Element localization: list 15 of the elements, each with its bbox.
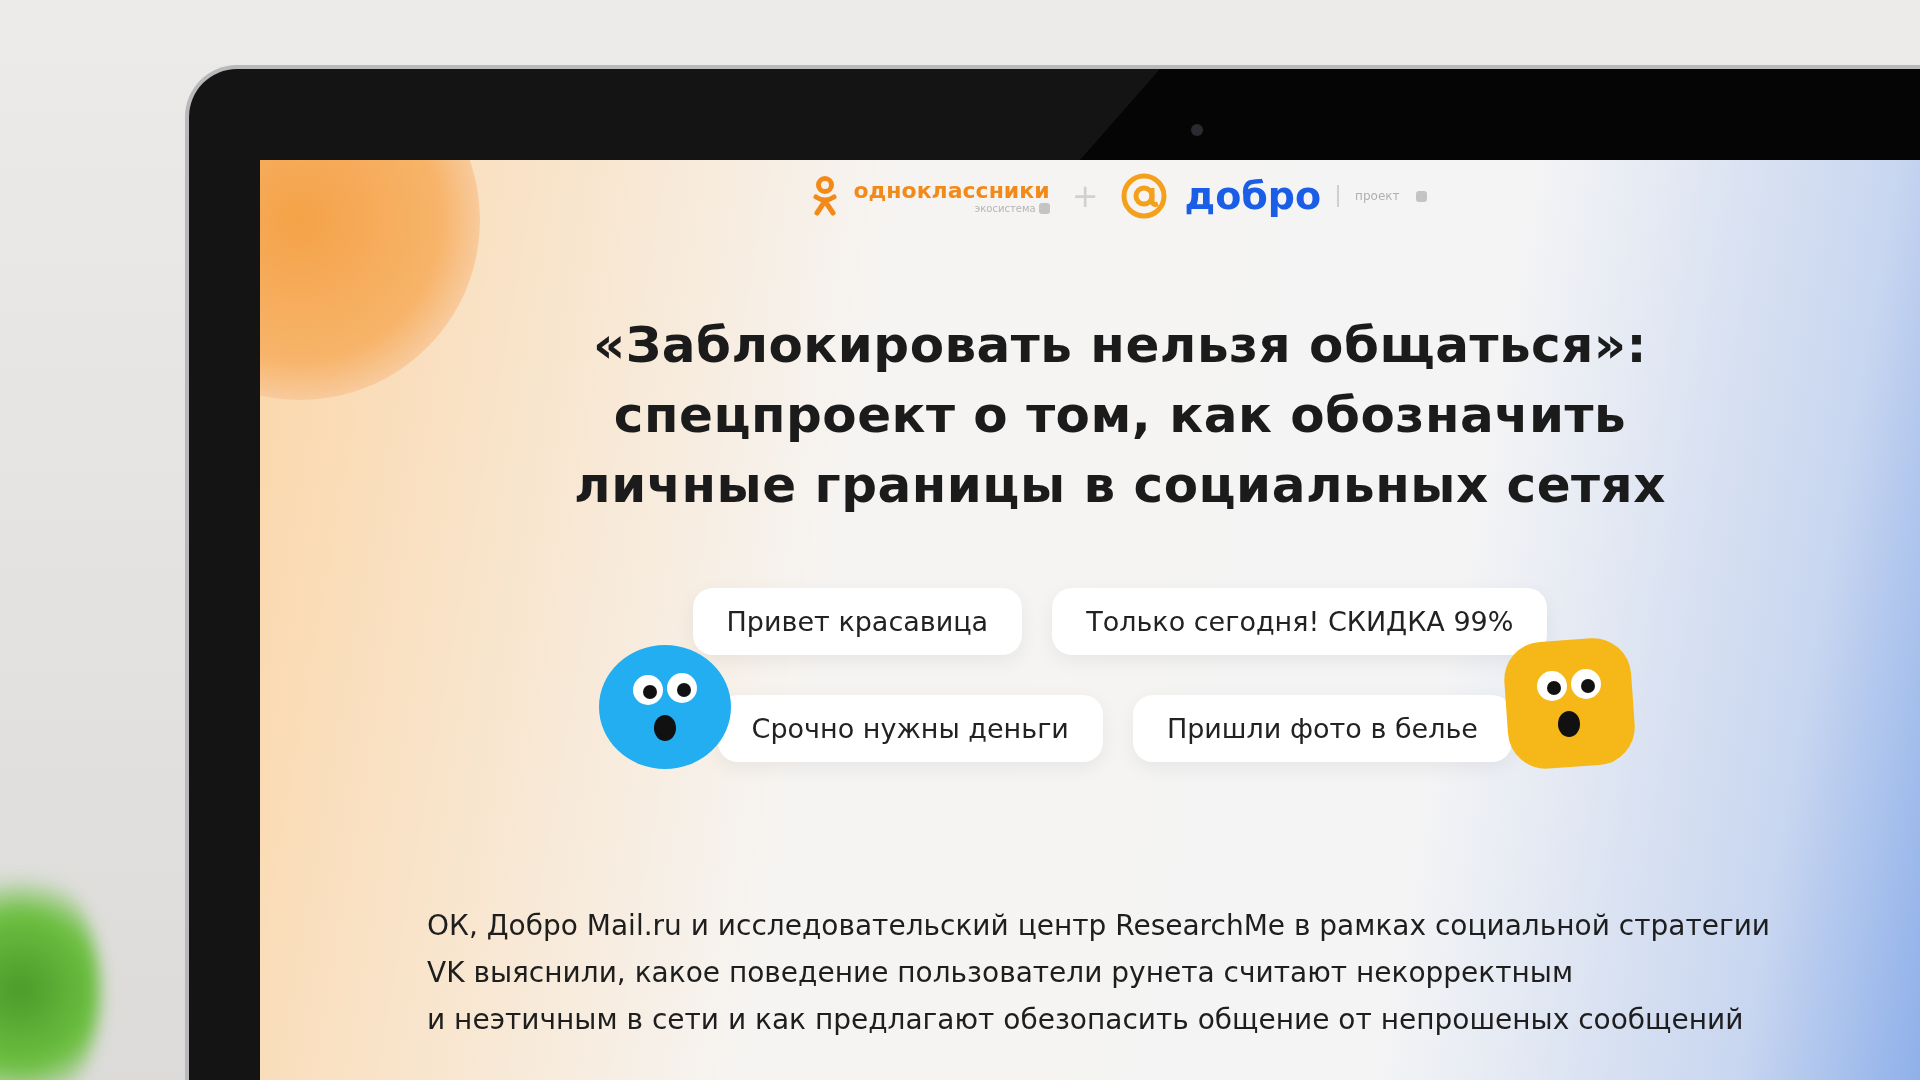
message-chip: Привет красавица xyxy=(692,588,1023,655)
message-chip: Только сегодня! СКИДКА 99% xyxy=(1052,588,1548,655)
message-chip: Срочно нужны деньги xyxy=(717,695,1103,762)
brand-name: добро xyxy=(1184,174,1322,218)
plus-sign: + xyxy=(1071,177,1099,215)
message-chip: Пришли фото в белье xyxy=(1132,695,1512,762)
vk-logo-icon xyxy=(1038,203,1050,214)
vk-logo-icon xyxy=(1415,190,1427,202)
page-heading: «Заблокировать нельзя общаться»: спецпроект о том, как обозначить личные границы в социальных сетях xyxy=(574,315,1666,516)
brand-subtitle: экосистема xyxy=(974,203,1036,214)
brand-subtitle: проект xyxy=(1355,189,1400,203)
description-paragraph: ОК, Добро Mail.ru и исследовательский центр ResearchMe в рамках социальной стратегии VK выяснили, какое поведение пользователи рунета считают некорректным и неэтичным в сети и как предлагают обезопасить общение от непрошеных сообщений xyxy=(427,908,1771,1038)
at-sign-logo-icon xyxy=(1120,172,1169,220)
ok-logo-icon xyxy=(813,176,838,216)
brand-name: одноклассники xyxy=(853,178,1050,203)
